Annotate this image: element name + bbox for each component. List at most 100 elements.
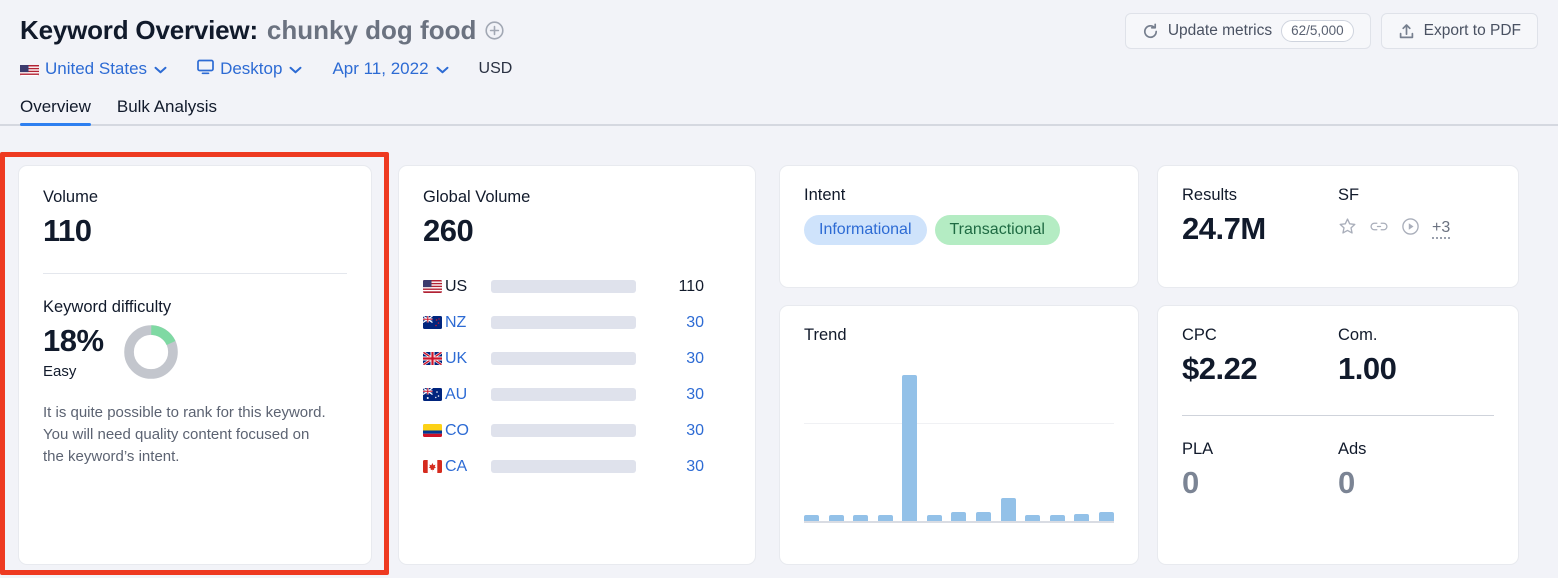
chevron-down-icon: [154, 59, 167, 79]
chevron-down-icon: [289, 59, 302, 79]
tab-overview-label: Overview: [20, 97, 91, 116]
results-column: Results 24.7M: [1182, 186, 1338, 265]
plus-circle-icon[interactable]: [485, 21, 504, 40]
volume-value-row: 110: [43, 212, 347, 251]
tab-bulk-analysis-label: Bulk Analysis: [117, 97, 217, 116]
country-selector[interactable]: United States: [20, 59, 167, 79]
device-label: Desktop: [220, 59, 282, 79]
nz-flag-icon: [423, 316, 445, 329]
trend-chart: [804, 375, 1114, 523]
global-volume-value[interactable]: 30: [650, 386, 704, 404]
export-pdf-button[interactable]: Export to PDF: [1381, 13, 1538, 49]
date-label: Apr 11, 2022: [332, 59, 428, 79]
cpc-label: CPC: [1182, 326, 1338, 345]
trend-bar-group: [804, 375, 1114, 521]
trend-card[interactable]: Trend: [779, 305, 1139, 565]
global-volume-row[interactable]: US110: [423, 269, 731, 305]
keyword-text: chunky dog food: [267, 15, 476, 46]
intent-chip[interactable]: Informational: [804, 215, 927, 245]
sf-icon-row: +3: [1338, 217, 1494, 241]
co-flag-icon: [423, 424, 445, 437]
device-selector[interactable]: Desktop: [197, 59, 302, 80]
com-value: 1.00: [1338, 350, 1494, 389]
pla-label: PLA: [1182, 440, 1338, 459]
global-volume-country-code[interactable]: AU: [445, 386, 491, 404]
results-card[interactable]: Results 24.7M SF: [1157, 165, 1519, 288]
tab-overview[interactable]: Overview: [20, 97, 91, 124]
keyword-difficulty-row: 18% Easy: [43, 323, 347, 386]
us-flag-icon: [20, 63, 39, 76]
trend-baseline: [804, 521, 1114, 523]
sf-more-link[interactable]: +3: [1432, 219, 1450, 239]
global-volume-value[interactable]: 30: [650, 350, 704, 368]
pla-value: 0: [1182, 464, 1338, 503]
global-volume-list: US110 NZ 30 UK 30 AU 30 CO 30 CA 30: [423, 269, 731, 485]
cpc-divider: [1182, 415, 1494, 416]
tab-bulk-analysis[interactable]: Bulk Analysis: [117, 97, 217, 124]
update-metrics-counter: 62/5,000: [1281, 20, 1354, 42]
intent-chips: Informational Transactional: [804, 215, 1114, 245]
trend-bar[interactable]: [951, 512, 966, 521]
global-volume-value: 110: [650, 278, 704, 296]
global-volume-bar: [491, 280, 636, 293]
global-volume-row[interactable]: UK 30: [423, 341, 731, 377]
keyword-difficulty-donut: [122, 323, 180, 386]
global-volume-row[interactable]: CO 30: [423, 413, 731, 449]
chevron-down-icon: [436, 59, 449, 79]
global-volume-row[interactable]: AU 30: [423, 377, 731, 413]
country-label: United States: [45, 59, 147, 79]
tab-bar: Overview Bulk Analysis: [0, 92, 1558, 126]
global-volume-bar: [491, 388, 636, 401]
header-actions: Update metrics 62/5,000 Export to PDF: [1125, 13, 1538, 49]
export-pdf-label: Export to PDF: [1424, 22, 1521, 40]
trend-bar[interactable]: [902, 375, 917, 521]
global-volume-row[interactable]: NZ 30: [423, 305, 731, 341]
volume-label: Volume: [43, 188, 347, 207]
global-volume-value: 260: [423, 212, 731, 251]
trend-bar[interactable]: [1001, 498, 1016, 521]
global-volume-country-code[interactable]: NZ: [445, 314, 491, 332]
com-column: Com. 1.00: [1338, 326, 1494, 389]
upload-icon: [1398, 23, 1415, 40]
global-volume-bar: [491, 316, 636, 329]
cpc-bottom-row: PLA 0 Ads 0: [1182, 440, 1494, 503]
keyword-difficulty-label: Keyword difficulty: [43, 298, 347, 317]
uk-flag-icon: [423, 352, 445, 365]
global-volume-country-code[interactable]: CO: [445, 422, 491, 440]
global-volume-country-code[interactable]: UK: [445, 350, 491, 368]
update-metrics-button[interactable]: Update metrics 62/5,000: [1125, 13, 1371, 49]
cpc-card[interactable]: CPC $2.22 Com. 1.00 PLA 0 Ads: [1157, 305, 1519, 565]
currency-label: USD: [479, 60, 513, 78]
ca-flag-icon: [423, 460, 445, 473]
global-volume-value[interactable]: 30: [650, 422, 704, 440]
global-volume-row[interactable]: CA 30: [423, 449, 731, 485]
global-volume-value[interactable]: 30: [650, 314, 704, 332]
global-volume-bar: [491, 424, 636, 437]
global-volume-value[interactable]: 30: [650, 458, 704, 476]
keyword-difficulty-value: 18%: [43, 323, 104, 359]
update-metrics-label: Update metrics: [1168, 22, 1272, 40]
link-icon[interactable]: [1369, 217, 1389, 241]
date-selector[interactable]: Apr 11, 2022: [332, 59, 448, 79]
cpc-value: $2.22: [1182, 350, 1338, 389]
star-icon[interactable]: [1338, 217, 1357, 241]
cpc-column: CPC $2.22: [1182, 326, 1338, 389]
play-circle-icon[interactable]: [1401, 217, 1420, 241]
volume-value: 110: [43, 212, 92, 251]
trend-label: Trend: [804, 326, 1114, 345]
monitor-icon: [197, 59, 214, 80]
trend-bar[interactable]: [1099, 512, 1114, 521]
trend-bar[interactable]: [976, 512, 991, 521]
cpc-top-row: CPC $2.22 Com. 1.00: [1182, 326, 1494, 389]
intent-chip[interactable]: Transactional: [935, 215, 1060, 245]
trend-bar[interactable]: [1074, 514, 1089, 521]
intent-card[interactable]: Intent InformationalTransactional: [779, 165, 1139, 288]
volume-card[interactable]: Volume 110 Keyw: [18, 165, 372, 565]
global-volume-country-code[interactable]: CA: [445, 458, 491, 476]
us-flag-icon: [102, 225, 121, 238]
ads-value: 0: [1338, 464, 1494, 503]
global-volume-card[interactable]: Global Volume 260 US110NZ30UK30AU30CO30C…: [398, 165, 756, 565]
global-volume-label: Global Volume: [423, 188, 731, 207]
ads-column: Ads 0: [1338, 440, 1494, 503]
keyword-difficulty-rating: Easy: [43, 363, 104, 380]
